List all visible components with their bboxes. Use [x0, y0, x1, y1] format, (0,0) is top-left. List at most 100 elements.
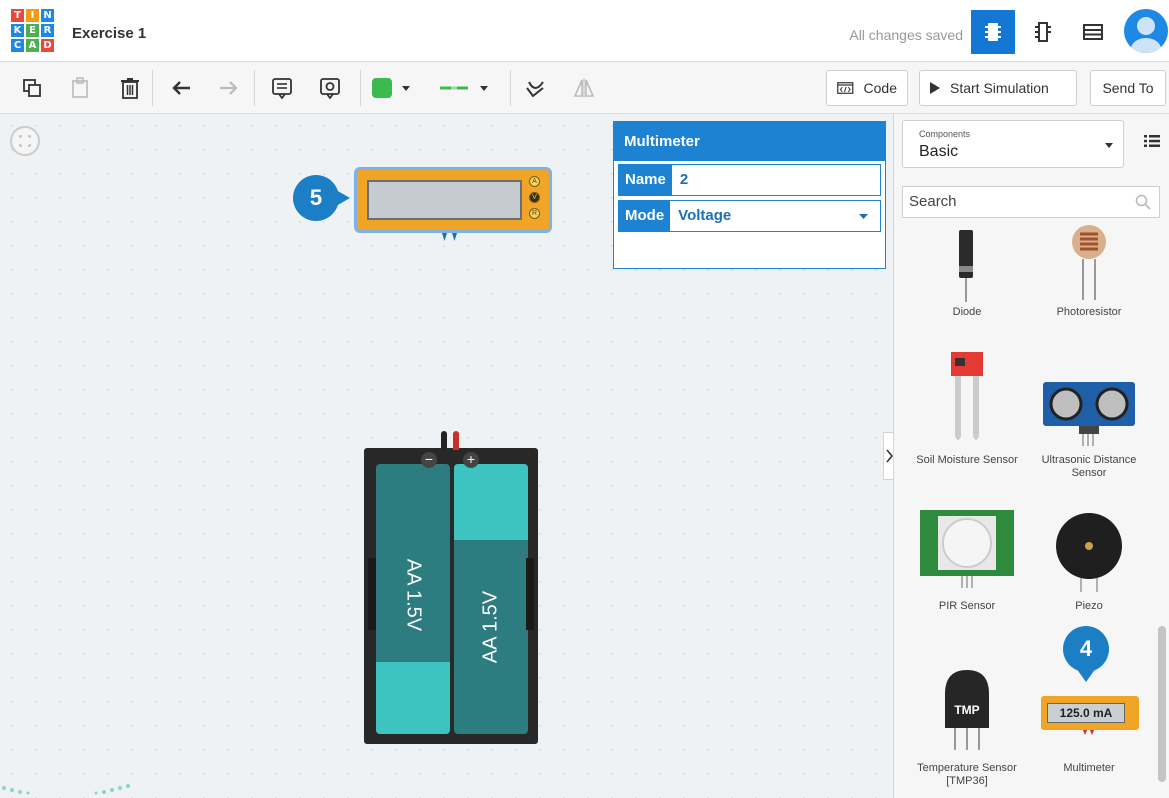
component-piezo[interactable]: Piezo — [1029, 508, 1149, 628]
code-button[interactable]: Code — [826, 70, 908, 106]
mirror-icon — [573, 78, 595, 98]
delete-button[interactable] — [116, 74, 144, 102]
multimeter-component[interactable]: A V R — [354, 167, 552, 233]
note-icon — [272, 78, 292, 99]
battery-cell-label: AA 1.5V — [402, 558, 425, 632]
user-avatar[interactable] — [1124, 9, 1168, 53]
schematic-view-button[interactable] — [1021, 10, 1065, 54]
search-placeholder: Search — [909, 193, 957, 210]
mode-value[interactable]: Voltage — [670, 201, 880, 231]
component-name: PIR Sensor — [938, 600, 996, 612]
list-view-toggle[interactable] — [1144, 134, 1160, 153]
undo-button[interactable] — [168, 74, 196, 102]
code-icon — [837, 82, 854, 94]
logo-letter: E — [26, 24, 39, 37]
edit-toolbar: Code Start Simulation Send To — [0, 62, 1169, 114]
logo-letter: K — [11, 24, 24, 37]
toolbar-divider — [254, 70, 255, 106]
component-temperature-sensor[interactable]: TMP Temperature Sensor [TMP36] — [907, 668, 1027, 798]
name-value[interactable]: 2 — [672, 165, 880, 195]
rotate-button[interactable] — [522, 74, 550, 102]
battery-pack[interactable]: AA 1.5V AA 1.5V − + — [364, 431, 538, 744]
wire-style-picker[interactable] — [440, 74, 502, 102]
components-caption: Components — [919, 129, 971, 139]
start-simulation-button[interactable]: Start Simulation — [919, 70, 1077, 106]
fill-color-picker[interactable] — [372, 74, 428, 102]
component-name: Soil Moisture Sensor — [916, 454, 1018, 466]
trash-icon — [121, 78, 139, 99]
multimeter-display — [367, 180, 522, 220]
flip-button[interactable] — [570, 74, 598, 102]
ammeter-terminal[interactable]: A — [529, 176, 540, 187]
tinkercad-logo[interactable]: T I N K E R C A D — [11, 9, 54, 54]
toolbar-divider — [152, 70, 153, 106]
component-list-view-button[interactable] — [1071, 10, 1115, 54]
search-input[interactable]: Search — [902, 186, 1160, 218]
multimeter-probes[interactable] — [440, 233, 464, 243]
negative-terminal[interactable]: − — [421, 452, 437, 468]
chevron-down-icon — [402, 85, 410, 91]
mode-selected: Voltage — [678, 207, 732, 224]
multimeter-properties-panel: Multimeter Name 2 Mode Voltage — [613, 121, 886, 269]
wire-line-icon — [440, 86, 468, 90]
battery-clip — [526, 558, 534, 630]
positive-terminal[interactable]: + — [463, 452, 479, 468]
tmp-chip-label: TMP — [954, 703, 980, 717]
schematic-icon — [1035, 22, 1051, 42]
toolbar-divider — [510, 70, 511, 106]
mode-select[interactable]: Mode Voltage — [618, 200, 881, 232]
component-soil-moisture-sensor[interactable]: Soil Moisture Sensor — [907, 350, 1027, 482]
logo-letter: A — [26, 39, 39, 52]
list-icon — [1144, 135, 1160, 147]
photoresistor-icon — [1072, 225, 1106, 300]
play-icon — [930, 82, 940, 94]
piezo-icon — [1056, 513, 1122, 592]
battery-cell-2: AA 1.5V — [454, 464, 528, 734]
chevron-down-icon — [480, 85, 488, 91]
note-eye-icon — [320, 78, 340, 99]
component-photoresistor[interactable]: Photoresistor — [1029, 222, 1149, 332]
battery-leads — [441, 431, 459, 450]
battery-cell-1: AA 1.5V — [376, 464, 450, 734]
circuit-view-button[interactable] — [971, 10, 1015, 54]
component-diode[interactable]: Diode — [907, 222, 1027, 332]
pir-sensor-icon — [920, 510, 1014, 588]
redo-button[interactable] — [214, 74, 242, 102]
component-pir-sensor[interactable]: PIR Sensor — [907, 508, 1027, 628]
logo-letter: T — [11, 9, 24, 22]
project-title[interactable]: Exercise 1 — [72, 25, 146, 42]
logo-letter: D — [41, 39, 54, 52]
notes-visibility-button[interactable] — [316, 74, 344, 102]
components-dropdown[interactable]: Components Basic — [902, 120, 1124, 168]
sidebar-scrollbar[interactable] — [1158, 626, 1166, 782]
ultrasonic-sensor-icon — [1043, 382, 1135, 446]
panel-title: Multimeter — [614, 122, 885, 161]
paste-button[interactable] — [66, 74, 94, 102]
decorative-dots — [2, 784, 130, 795]
component-name: Temperature Sensor [TMP36] — [917, 762, 1017, 787]
paste-icon — [72, 77, 88, 98]
zoom-to-fit-button[interactable] — [10, 126, 40, 156]
component-ultrasonic-distance-sensor[interactable]: Ultrasonic Distance Sensor — [1029, 350, 1149, 482]
mode-label: Mode — [619, 201, 671, 231]
send-to-label: Send To — [1102, 80, 1154, 96]
tinkercad-app: T I N K E R C A D Exercise 1 All changes… — [0, 0, 1169, 798]
component-name: Photoresistor — [1056, 306, 1122, 318]
undo-icon — [172, 81, 190, 95]
send-to-button[interactable]: Send To — [1090, 70, 1166, 106]
chevron-down-icon — [859, 214, 868, 219]
name-field[interactable]: Name 2 — [618, 164, 881, 196]
user-icon — [1131, 17, 1161, 53]
multimeter-thumb: 125.0 mA — [1041, 696, 1139, 730]
copy-button[interactable] — [18, 74, 46, 102]
component-multimeter[interactable]: 125.0 mA Multimeter — [1029, 668, 1149, 798]
voltage-terminal[interactable]: V — [529, 192, 540, 203]
logo-letter: R — [41, 24, 54, 37]
battery-cap — [454, 464, 528, 540]
component-name: Diode — [952, 306, 982, 318]
fit-view-icon — [19, 135, 31, 147]
ohm-terminal[interactable]: R — [529, 208, 540, 219]
chevron-down-icon — [1105, 143, 1113, 148]
color-swatch — [372, 78, 392, 98]
notes-button[interactable] — [268, 74, 296, 102]
